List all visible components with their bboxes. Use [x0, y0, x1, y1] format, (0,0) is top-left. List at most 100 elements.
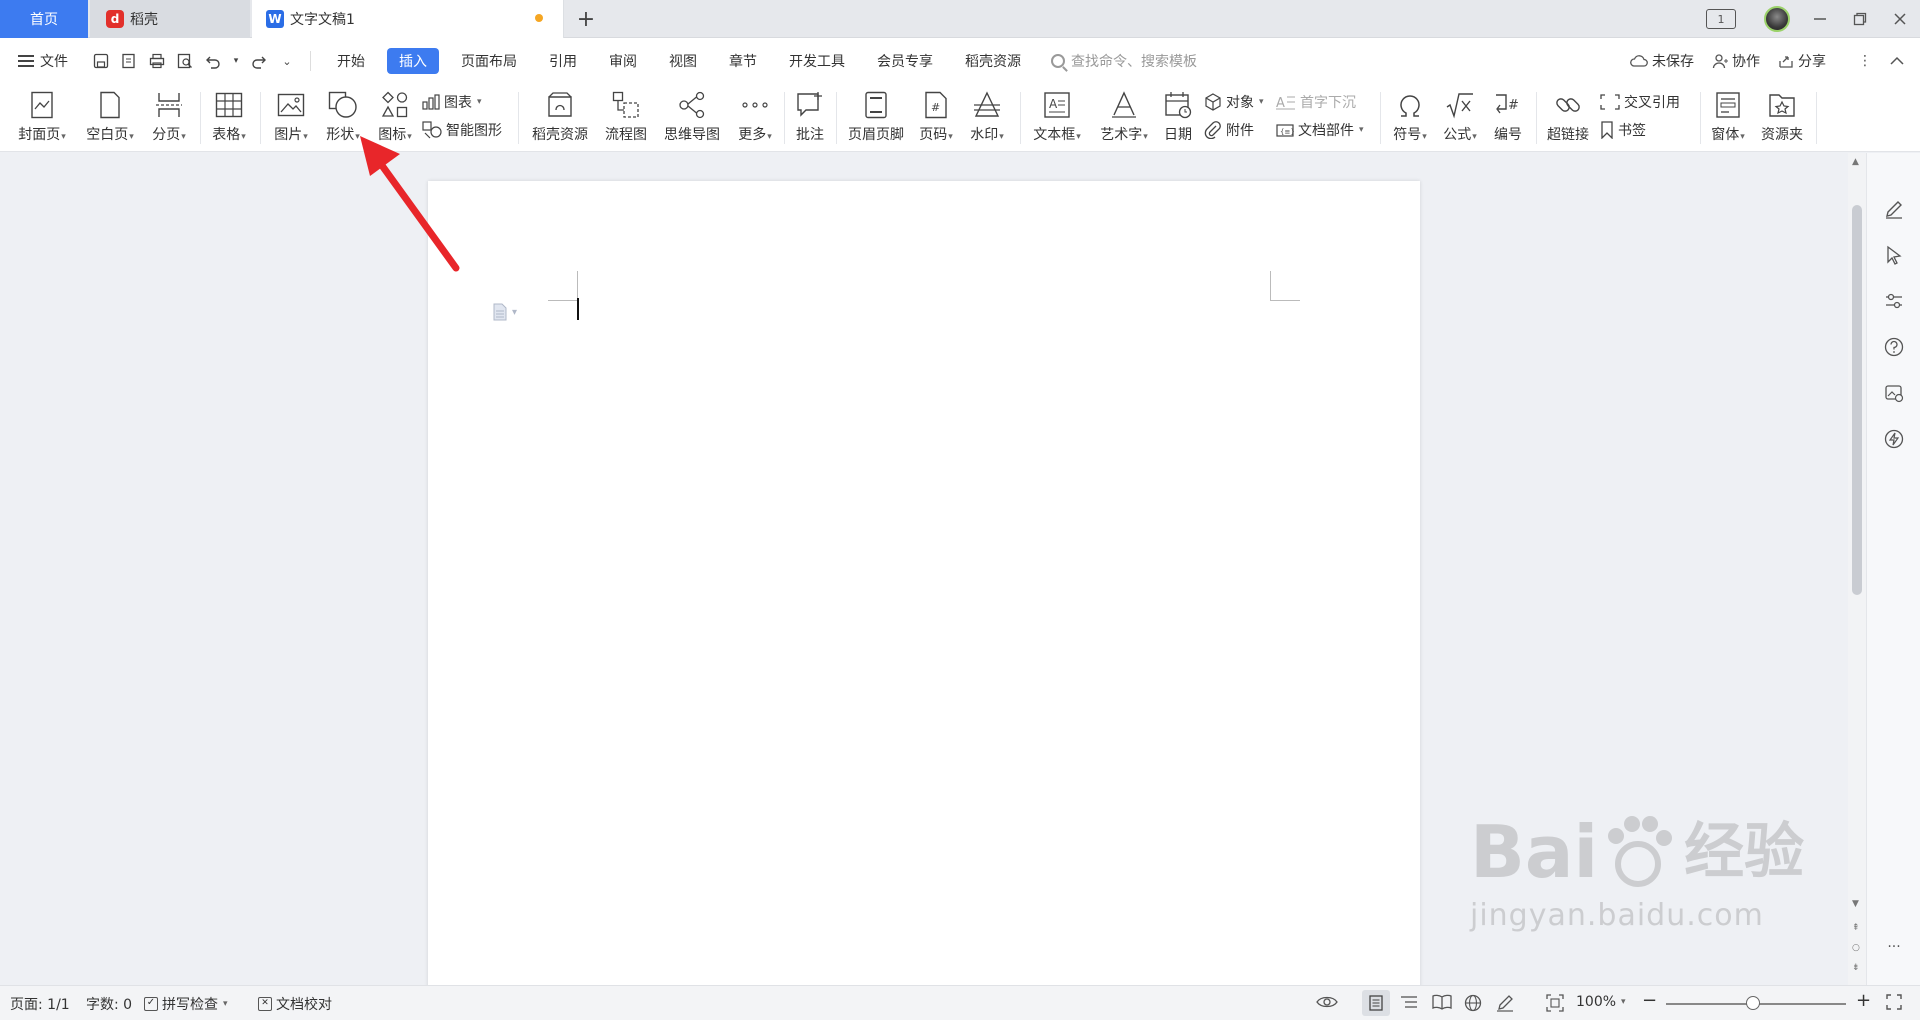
tab-references[interactable]: 引用	[533, 48, 593, 74]
textbox-button[interactable]: A 文本框▾	[1026, 86, 1088, 148]
vertical-scrollbar[interactable]: ▲ ▼ ⇞ ○ ⇟	[1848, 153, 1866, 985]
divider	[1816, 92, 1817, 144]
scroll-up-icon[interactable]: ▲	[1852, 157, 1859, 167]
comment-button[interactable]: 批注	[790, 86, 830, 148]
select-pointer-icon[interactable]	[1882, 243, 1906, 267]
mindmap-button[interactable]: 思维导图	[656, 86, 728, 148]
tab-document[interactable]: W 文字文稿1	[252, 0, 564, 38]
next-page-icon[interactable]: ⇟	[1852, 963, 1860, 973]
flowchart-button[interactable]: 流程图	[598, 86, 654, 148]
edit-pen-icon[interactable]	[1882, 197, 1906, 221]
tab-start[interactable]: 开始	[321, 48, 381, 74]
zoom-in-button[interactable]: +	[1856, 990, 1871, 1011]
page-count-label: 页面: 1/1	[10, 997, 70, 1013]
page-number-button[interactable]: # 页码▾	[912, 86, 960, 148]
tab-section[interactable]: 章节	[713, 48, 773, 74]
dropcap-button[interactable]: A 首字下沉	[1276, 90, 1356, 114]
more-button[interactable]: 更多▾	[730, 86, 780, 148]
fit-page-button[interactable]	[1546, 994, 1564, 1012]
object-button[interactable]: 对象 ▾	[1204, 90, 1264, 114]
more-options-icon[interactable]: ⋮	[1858, 53, 1872, 69]
spell-check-toggle[interactable]: ✓ 拼写检查 ▾	[144, 994, 228, 1014]
picture-label: 图片	[274, 127, 303, 143]
page-view-button[interactable]	[1362, 990, 1390, 1016]
adjust-sliders-icon[interactable]	[1882, 289, 1906, 313]
tab-home[interactable]: 首页	[0, 0, 88, 38]
undo-dropdown-icon[interactable]: ▾	[232, 52, 240, 70]
new-tab-button[interactable]: +	[574, 0, 598, 38]
collapse-ribbon-icon[interactable]	[1890, 56, 1904, 66]
tab-daoke[interactable]: d 稻壳	[90, 0, 250, 38]
write-mode-button[interactable]	[1496, 994, 1514, 1012]
numbering-button[interactable]: # 编号	[1486, 86, 1530, 148]
export-pdf-icon[interactable]	[120, 52, 138, 70]
cross-reference-button[interactable]: 交叉引用	[1600, 90, 1680, 114]
eye-protection-button[interactable]	[1316, 994, 1338, 1010]
chart-button[interactable]: 图表 ▾	[422, 90, 482, 114]
command-search[interactable]: 查找命令、搜索模板	[1051, 51, 1197, 71]
paragraph-layout-control[interactable]: ▾	[492, 303, 517, 321]
scroll-down-icon[interactable]: ▼	[1852, 899, 1859, 909]
close-button[interactable]	[1880, 0, 1920, 38]
zoom-out-button[interactable]: −	[1642, 990, 1657, 1011]
resource-folder-button[interactable]: 资源夹	[1754, 86, 1810, 148]
scroll-thumb[interactable]	[1852, 205, 1862, 595]
header-footer-icon	[861, 90, 891, 120]
outline-view-button[interactable]	[1400, 994, 1418, 1010]
tab-review[interactable]: 审阅	[593, 48, 653, 74]
zoom-slider-handle[interactable]	[1746, 996, 1760, 1010]
bookmark-button[interactable]: 书签	[1600, 118, 1646, 142]
redo-icon[interactable]	[250, 52, 268, 70]
hyperlink-button[interactable]: 超链接	[1542, 86, 1594, 148]
undo-icon[interactable]	[204, 52, 222, 70]
share-button[interactable]: 分享	[1778, 51, 1826, 71]
cover-page-button[interactable]: 封面页▾	[10, 86, 74, 148]
reading-mode-button[interactable]	[1432, 994, 1452, 1010]
tab-daoke-resources[interactable]: 稻壳资源	[949, 48, 1037, 74]
print-preview-icon[interactable]	[176, 52, 194, 70]
status-bar: 页面: 1/1 字数: 0 ✓ 拼写检查 ▾ ✕ 文档校对 100% ▾ − +	[0, 985, 1920, 1020]
window-layout-icon[interactable]: 1	[1706, 9, 1736, 29]
symbol-button[interactable]: 符号▾	[1386, 86, 1434, 148]
help-icon[interactable]	[1882, 335, 1906, 359]
document-page[interactable]: ▾	[428, 181, 1420, 989]
prev-page-icon[interactable]: ⇞	[1852, 923, 1860, 933]
wordart-button[interactable]: 艺术字▾	[1092, 86, 1156, 148]
image-tools-icon[interactable]	[1882, 381, 1906, 405]
tab-developer[interactable]: 开发工具	[773, 48, 861, 74]
page-nav-dot-icon[interactable]: ○	[1852, 943, 1860, 953]
blank-page-button[interactable]: 空白页▾	[78, 86, 142, 148]
page-count[interactable]: 页面: 1/1	[10, 994, 70, 1014]
minimize-button[interactable]	[1800, 0, 1840, 38]
tab-view[interactable]: 视图	[653, 48, 713, 74]
unsaved-cloud-button[interactable]: 未保存	[1630, 51, 1694, 71]
print-icon[interactable]	[148, 52, 166, 70]
file-menu[interactable]: 文件	[0, 51, 88, 71]
daoke-resources-button[interactable]: 稻壳资源	[524, 86, 596, 148]
web-layout-button[interactable]	[1464, 994, 1482, 1012]
formula-button[interactable]: 公式▾	[1436, 86, 1484, 148]
page-break-button[interactable]: 分页▾	[144, 86, 194, 148]
tab-member[interactable]: 会员专享	[861, 48, 949, 74]
customize-toolbar-icon[interactable]: ⌄	[278, 52, 296, 70]
picture-button[interactable]: 图片▾	[266, 86, 316, 148]
word-count[interactable]: 字数: 0	[86, 994, 132, 1014]
attachment-button[interactable]: 附件	[1204, 118, 1254, 142]
document-parts-button[interactable]: {≡} 文档部件 ▾	[1276, 118, 1364, 142]
user-avatar[interactable]	[1764, 6, 1790, 32]
window-form-button[interactable]: 窗体▾	[1704, 86, 1752, 148]
tab-insert[interactable]: 插入	[387, 48, 439, 74]
watermark-button[interactable]: 水印▾	[962, 86, 1012, 148]
document-proofread-button[interactable]: ✕ 文档校对	[258, 994, 332, 1014]
table-button[interactable]: 表格▾	[204, 86, 254, 148]
zoom-level-dropdown[interactable]: 100% ▾	[1576, 994, 1626, 1010]
date-button[interactable]: 日期	[1158, 86, 1198, 148]
tab-page-layout[interactable]: 页面布局	[445, 48, 533, 74]
lightning-icon[interactable]	[1882, 427, 1906, 451]
collaborate-button[interactable]: 协作	[1712, 51, 1760, 71]
header-footer-button[interactable]: 页眉页脚	[842, 86, 910, 148]
restore-button[interactable]	[1840, 0, 1880, 38]
save-icon[interactable]	[92, 52, 110, 70]
more-options-icon[interactable]: ···	[1882, 935, 1906, 959]
fullscreen-button[interactable]	[1886, 994, 1902, 1010]
